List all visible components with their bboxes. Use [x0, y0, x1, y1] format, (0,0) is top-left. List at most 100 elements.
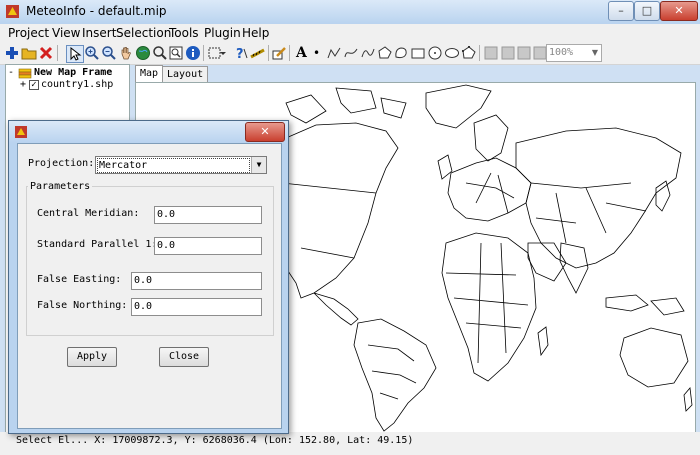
asia-borders: [530, 182, 647, 244]
toolbar-separator: [268, 45, 269, 61]
app-logo-icon: [6, 5, 19, 18]
north-america-outline: [275, 122, 399, 299]
toolbar: ? A • 100% ▼: [0, 42, 700, 65]
uk-outline: [437, 154, 453, 180]
menu-insert[interactable]: Insert: [82, 26, 116, 40]
dialog-close-button[interactable]: ✕: [245, 122, 285, 142]
africa-outline: [441, 232, 537, 382]
false-northing-label: False Northing:: [37, 300, 128, 311]
pan-hand-icon[interactable]: [118, 45, 134, 61]
add-layer-icon[interactable]: [4, 45, 20, 61]
ellipse-tool-icon[interactable]: [444, 45, 460, 61]
south-america-borders: [367, 344, 417, 400]
rectangle-tool-icon[interactable]: [410, 45, 426, 61]
layer-visibility-checkbox[interactable]: ✓: [29, 80, 39, 90]
dialog-app-icon: [15, 126, 27, 138]
greenland-outline: [425, 84, 492, 129]
menu-help[interactable]: Help: [242, 26, 269, 40]
projection-dialog: ✕ Projection: Mercator ▼ Parameters Cent…: [8, 120, 289, 434]
circle-tool-icon[interactable]: [427, 45, 443, 61]
zoom-layer-icon[interactable]: [152, 45, 168, 61]
central-meridian-field[interactable]: 0.0: [154, 206, 262, 224]
status-bar: Select El... X: 17009872.3, Y: 6268036.4…: [0, 432, 700, 455]
remove-layer-icon[interactable]: [38, 45, 54, 61]
chevron-down-icon[interactable]: [219, 45, 227, 61]
layer-expand-toggle[interactable]: +: [20, 79, 26, 90]
menu-bar: Project View Insert Selection Tools Plug…: [0, 24, 700, 42]
edit-vertices-icon[interactable]: [461, 45, 477, 61]
standard-parallel-label: Standard Parallel 1:: [37, 239, 158, 250]
curve-tool-icon[interactable]: [360, 45, 376, 61]
zoom-selection-icon[interactable]: [168, 45, 184, 61]
india-outline: [559, 242, 589, 294]
close-button[interactable]: ✕: [660, 1, 698, 21]
mexico-border: [300, 247, 355, 259]
europe-outline: [447, 157, 532, 222]
australia-outline: [619, 327, 689, 388]
toolbar-separator: [203, 45, 204, 61]
tab-layout[interactable]: Layout: [162, 66, 209, 82]
window-title: MeteoInfo - default.mip: [26, 4, 167, 18]
dialog-body: Projection: Mercator ▼ Parameters Centra…: [17, 143, 282, 429]
map-frame-icon: [18, 68, 32, 79]
menu-view[interactable]: View: [52, 26, 80, 40]
polygon-tool-icon[interactable]: [377, 45, 393, 61]
false-easting-field[interactable]: 0.0: [131, 272, 262, 290]
zoom-in-icon[interactable]: [84, 45, 100, 61]
parameters-title: Parameters: [28, 181, 93, 192]
menu-tools[interactable]: Tools: [169, 26, 199, 40]
scandinavia-outline: [473, 114, 509, 162]
polyline-tool-icon[interactable]: [326, 45, 342, 61]
measure-icon[interactable]: [250, 45, 266, 61]
identify-info-icon[interactable]: [185, 45, 201, 61]
toolbar-separator: [289, 45, 290, 61]
close-dialog-button[interactable]: Close: [159, 347, 209, 367]
tab-map[interactable]: Map: [135, 65, 164, 83]
europe-borders: [465, 172, 515, 214]
menu-selection[interactable]: Selection: [116, 26, 171, 40]
dialog-title-bar[interactable]: ✕: [9, 121, 288, 143]
layer-label[interactable]: country1.shp: [41, 79, 113, 90]
japan-outline: [655, 180, 671, 212]
layout-zoom-out-icon: [517, 46, 531, 60]
open-folder-icon[interactable]: [21, 45, 37, 61]
zoom-out-icon[interactable]: [101, 45, 117, 61]
select-pointer-icon[interactable]: [66, 45, 84, 63]
edit-graphic-icon[interactable]: [271, 45, 287, 61]
central-america-outline: [313, 292, 359, 326]
madagascar-outline: [537, 326, 549, 357]
tree-expand-toggle[interactable]: -: [8, 67, 14, 78]
zoom-dropdown-chevron-icon[interactable]: ▼: [590, 45, 600, 60]
text-tool-icon[interactable]: A: [296, 45, 312, 61]
toolbar-separator: [57, 45, 58, 61]
layout-zoom-in-icon: [501, 46, 515, 60]
freehand-tool-icon[interactable]: [343, 45, 359, 61]
south-america-outline: [353, 318, 437, 432]
projection-label: Projection:: [28, 158, 95, 169]
projection-select[interactable]: Mercator ▼: [95, 156, 267, 174]
full-extent-globe-icon[interactable]: [135, 45, 151, 61]
chevron-down-icon[interactable]: ▼: [251, 157, 266, 173]
indonesia-outline: [605, 294, 685, 316]
central-meridian-label: Central Meridian:: [37, 208, 140, 219]
canada-usa-border: [281, 182, 377, 194]
arctic-islands-outline: [285, 87, 407, 124]
apply-button[interactable]: Apply: [67, 347, 117, 367]
standard-parallel-field[interactable]: 0.0: [154, 237, 262, 255]
false-northing-field[interactable]: 0.0: [131, 298, 262, 316]
map-frame-label[interactable]: New Map Frame: [34, 67, 112, 78]
maximize-button[interactable]: □: [634, 1, 660, 21]
projection-value: Mercator: [97, 158, 250, 173]
false-easting-label: False Easting:: [37, 274, 122, 285]
title-bar: MeteoInfo - default.mip – □ ✕: [0, 0, 700, 24]
new-zealand-outline: [683, 387, 693, 412]
svg-text:?: ?: [236, 47, 244, 61]
toolbar-separator: [479, 45, 480, 61]
menu-project[interactable]: Project: [8, 26, 49, 40]
curve-polygon-tool-icon[interactable]: [393, 45, 409, 61]
minimize-button[interactable]: –: [608, 1, 634, 21]
africa-borders: [445, 242, 529, 364]
help-icon[interactable]: ?: [233, 45, 249, 61]
menu-plugin[interactable]: Plugin: [204, 26, 241, 40]
status-coordinates: Select El... X: 17009872.3, Y: 6268036.4…: [16, 435, 414, 446]
